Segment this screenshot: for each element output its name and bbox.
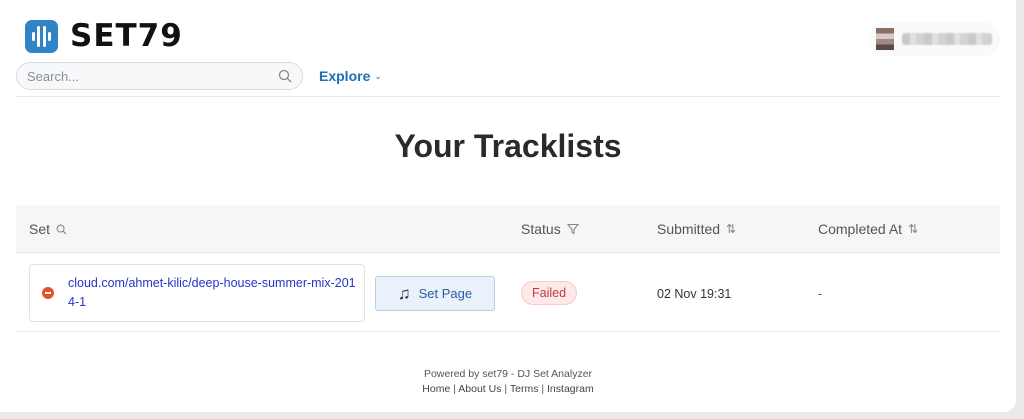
user-menu[interactable] bbox=[868, 22, 1000, 56]
header-divider bbox=[16, 96, 1000, 97]
column-status: Status bbox=[521, 221, 579, 237]
search-box bbox=[16, 62, 303, 90]
column-set: Set bbox=[29, 221, 67, 237]
page-title: Your Tracklists bbox=[394, 128, 622, 164]
set-cell: cloud.com/ahmet-kilic/deep-house-summer-… bbox=[29, 264, 365, 322]
footer: Powered by set79 - DJ Set Analyzer Home … bbox=[0, 367, 1016, 397]
soundcloud-icon bbox=[42, 287, 54, 299]
column-completed[interactable]: Completed At ⇅ bbox=[818, 221, 918, 237]
footer-link-home[interactable]: Home bbox=[422, 383, 450, 395]
set-page-label: Set Page bbox=[418, 286, 473, 301]
brand-name: SET79 bbox=[70, 18, 183, 54]
completed-date: - bbox=[818, 287, 823, 301]
music-note-icon: ♫ bbox=[397, 283, 411, 303]
filter-icon[interactable] bbox=[566, 223, 579, 235]
column-status-label: Status bbox=[521, 221, 561, 237]
username-redacted bbox=[902, 33, 992, 45]
submitted-date: 02 Nov 19:31 bbox=[657, 287, 732, 301]
table-header: Set Status Submitted ⇅ Completed At ⇅ bbox=[16, 205, 1000, 253]
sort-icon[interactable]: ⇅ bbox=[726, 222, 736, 236]
column-submitted[interactable]: Submitted ⇅ bbox=[657, 221, 736, 237]
search-input[interactable] bbox=[27, 68, 278, 84]
column-set-label: Set bbox=[29, 221, 51, 237]
brand-logo[interactable]: SET79 bbox=[25, 18, 183, 54]
footer-link-terms[interactable]: Terms bbox=[510, 383, 539, 395]
powered-by-text: Powered by set79 - DJ Set Analyzer bbox=[423, 368, 593, 380]
table-row: cloud.com/ahmet-kilic/deep-house-summer-… bbox=[16, 254, 1000, 332]
logo-mark-icon bbox=[25, 19, 58, 53]
chevron-down-icon: ⌄ bbox=[374, 70, 382, 81]
avatar bbox=[876, 28, 894, 50]
set-page-button[interactable]: ♫ Set Page bbox=[375, 276, 495, 311]
footer-link-about[interactable]: About Us bbox=[458, 383, 501, 395]
main-card: SET79 Explore ⌄ Your Tracklists Set Stat… bbox=[0, 0, 1016, 412]
explore-label: Explore bbox=[319, 68, 371, 84]
status-badge: Failed bbox=[521, 281, 578, 305]
explore-menu[interactable]: Explore ⌄ bbox=[319, 68, 382, 84]
column-submitted-label: Submitted bbox=[657, 221, 721, 237]
set-link[interactable]: cloud.com/ahmet-kilic/deep-house-summer-… bbox=[68, 274, 360, 312]
search-icon[interactable] bbox=[278, 69, 292, 83]
footer-links: Home | About Us | Terms | Instagram bbox=[422, 383, 594, 395]
footer-link-instagram[interactable]: Instagram bbox=[547, 383, 594, 395]
sort-icon[interactable]: ⇅ bbox=[908, 222, 918, 236]
column-completed-label: Completed At bbox=[818, 221, 903, 237]
search-icon[interactable] bbox=[56, 224, 67, 235]
